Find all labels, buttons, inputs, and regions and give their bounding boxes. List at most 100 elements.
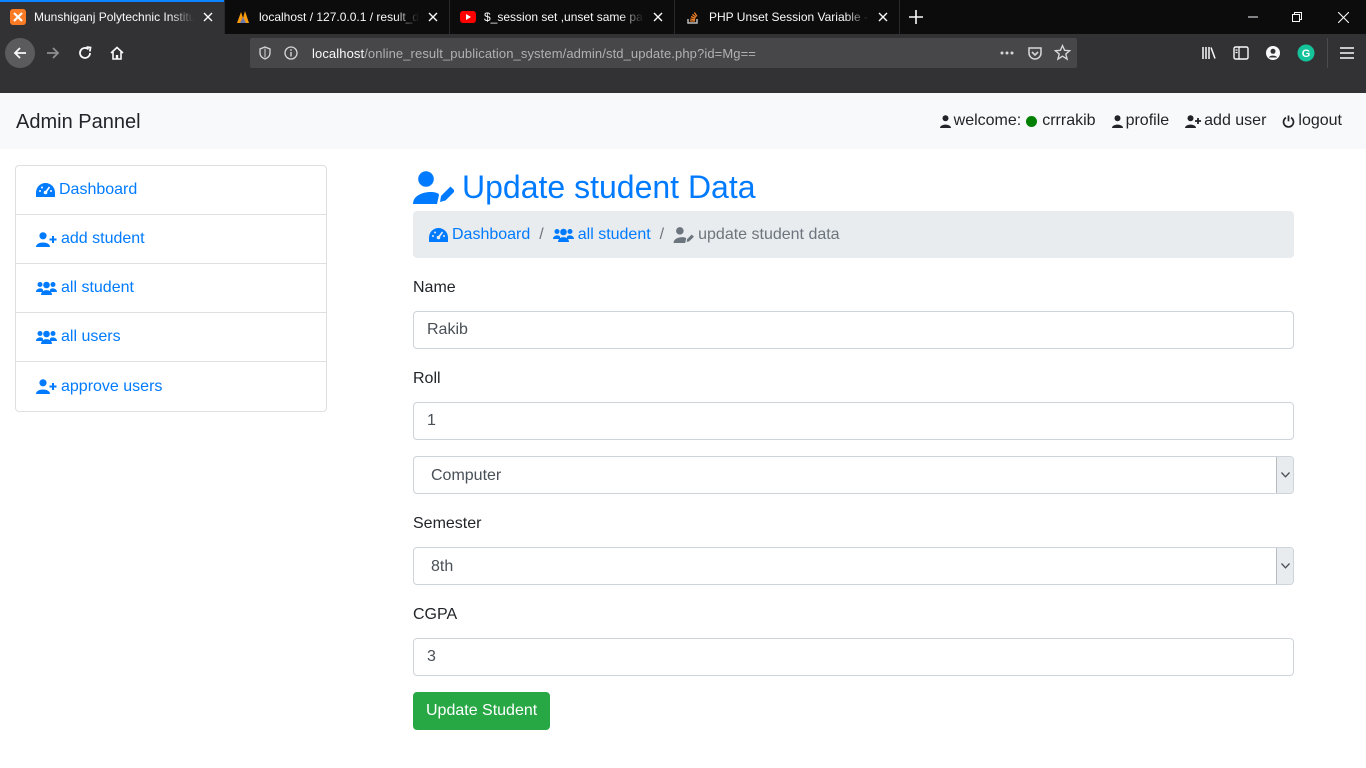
tab-title: $_session set ,unset same page [484,10,644,24]
breadcrumb-current: update student data [673,225,840,244]
name-label: Name [413,279,456,296]
reload-icon [79,46,92,59]
users-icon [36,330,57,344]
welcome-item: welcome: crrrakib [939,112,1096,130]
minimize-icon [1248,16,1258,18]
url-host: localhost [312,45,365,61]
chevron-down-icon[interactable] [1276,457,1293,493]
close-icon[interactable] [875,9,891,25]
sidebar-item-label: Dashboard [59,181,138,198]
sidebar-item-approve-users[interactable]: approve users [16,362,326,411]
browser-tab-munshiganj[interactable]: Munshiganj Polytechnic Institute [0,0,225,34]
forward-button[interactable] [38,38,68,68]
close-window-button[interactable] [1320,0,1366,34]
new-tab-button[interactable] [900,0,932,34]
stackoverflow-icon [685,9,701,25]
semester-select[interactable]: 8th [413,547,1294,585]
tab-title: PHP Unset Session Variable - Stack Overf… [709,10,869,24]
breadcrumb-label: Dashboard [452,225,531,243]
restore-button[interactable] [1274,0,1320,34]
breadcrumb: Dashboard / all student / update student… [413,211,1294,258]
online-status-dot [1026,115,1038,127]
address-bar[interactable]: localhost/online_result_publication_syst… [250,38,1077,68]
cgpa-input[interactable] [413,638,1294,676]
breadcrumb-label: all student [577,225,651,243]
users-icon [36,281,57,295]
logout-link[interactable]: logout [1282,112,1342,130]
sidebar-item-add-student[interactable]: add student [16,215,326,264]
youtube-icon [460,9,476,25]
sidebar-item-all-student[interactable]: all student [16,264,326,313]
chevron-down-icon[interactable] [1276,548,1293,584]
page-title: Update student Data [413,165,1294,209]
browser-tab-phpmyadmin[interactable]: localhost / 127.0.0.1 / result_db [225,0,450,34]
restore-icon [1292,12,1302,22]
minimize-button[interactable] [1230,0,1276,34]
add-user-link[interactable]: add user [1185,112,1266,130]
top-navbar: Admin Pannel welcome: crrrakib profile a… [0,93,1366,149]
roll-input[interactable] [413,402,1294,440]
svg-text:G: G [1302,48,1311,60]
profile-label: profile [1125,112,1170,129]
sidebar-item-label: all users [61,328,121,345]
name-input[interactable] [413,311,1294,349]
sidebar-item-label: all student [61,279,134,296]
browser-tab-youtube[interactable]: $_session set ,unset same page [450,0,675,34]
sidebar-item-dashboard[interactable]: Dashboard [16,166,326,215]
breadcrumb-all-student[interactable]: all student [552,225,651,244]
profile-link[interactable]: profile [1111,112,1170,130]
pocket-icon[interactable] [1027,45,1043,66]
grammarly-icon[interactable]: G [1297,44,1315,67]
page-actions-icon[interactable] [999,45,1015,66]
url-path: /online_result_publication_system/admin/… [364,45,756,61]
dashboard-gauge-icon [429,227,448,242]
back-button[interactable] [5,38,35,68]
user-plus-icon [36,379,57,394]
sidebar-item-all-users[interactable]: all users [16,313,326,362]
close-icon[interactable] [650,9,666,25]
home-icon [110,46,124,60]
page-title-text: Update student Data [462,168,756,205]
welcome-label: welcome: [953,112,1022,129]
sidebar-menu: Dashboard add student all student all us… [15,165,327,412]
close-icon[interactable] [200,9,216,25]
toolbar-divider [1327,38,1328,68]
home-button[interactable] [102,38,132,68]
arrow-right-icon [47,47,60,59]
close-icon [1337,11,1349,23]
close-icon[interactable] [425,9,441,25]
user-icon [1111,114,1123,128]
department-select[interactable]: Computer [413,456,1294,494]
shield-icon [259,46,271,60]
breadcrumb-dashboard[interactable]: Dashboard [429,226,530,244]
update-student-button[interactable]: Update Student [413,692,551,730]
browser-toolbar: localhost/online_result_publication_syst… [0,34,1366,93]
page-content: Admin Pannel welcome: crrrakib profile a… [0,93,1366,768]
department-selected-value: Computer [431,467,502,484]
tab-title: localhost / 127.0.0.1 / result_db [259,10,419,24]
user-plus-icon [36,231,57,247]
add-user-label: add user [1204,112,1267,129]
user-plus-icon [1185,114,1202,128]
breadcrumb-separator: / [539,225,544,243]
sidebar-item-label: add student [61,230,145,247]
brand-title[interactable]: Admin Pannel [16,111,141,134]
tab-title: Munshiganj Polytechnic Institute [34,10,194,24]
sidebar-toggle-icon[interactable] [1233,45,1249,66]
power-icon [1283,115,1295,128]
semester-selected-value: 8th [431,558,454,575]
hamburger-menu-icon[interactable] [1340,46,1354,65]
browser-tab-stackoverflow[interactable]: PHP Unset Session Variable - Stack Overf… [675,0,900,34]
xampp-icon [10,9,26,25]
phpmyadmin-icon [235,9,251,25]
user-edit-icon [673,226,695,243]
breadcrumb-label: update student data [698,225,840,243]
library-icon[interactable] [1201,45,1218,66]
info-icon[interactable] [284,46,298,60]
account-icon[interactable] [1265,45,1281,66]
logout-label: logout [1298,112,1342,129]
reload-button[interactable] [70,38,100,68]
username: crrrakib [1042,112,1096,129]
bookmark-star-icon[interactable] [1053,43,1072,66]
breadcrumb-separator: / [659,225,665,243]
